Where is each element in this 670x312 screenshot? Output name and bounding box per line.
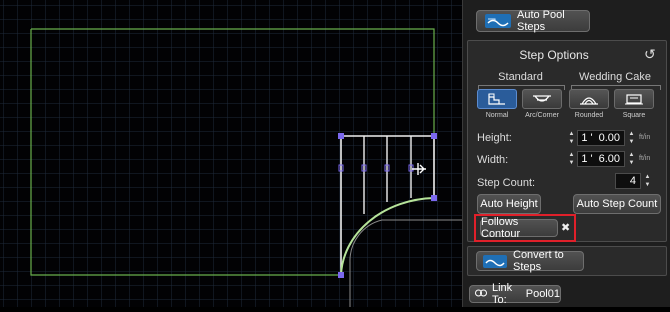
step-arc-icon	[533, 95, 551, 102]
height-inches: 0.00	[598, 132, 620, 144]
width-input[interactable]: 1 ' 6.00	[577, 151, 625, 167]
handle-right	[431, 195, 437, 201]
step-type-square-label: Square	[622, 112, 646, 119]
step-type-rounded-button[interactable]	[569, 89, 609, 109]
step-type-normal-label: Normal	[485, 112, 509, 119]
width-unit: ft/in	[639, 155, 651, 162]
standard-group-label: Standard	[498, 71, 543, 83]
auto-step-count-button[interactable]: Auto Step Count	[573, 194, 661, 214]
step-type-arc-button[interactable]	[522, 89, 562, 109]
step-count-spinner[interactable]: ▲ ▼	[643, 173, 652, 189]
pool-steps-icon	[485, 14, 511, 28]
drawing-canvas[interactable]	[0, 0, 462, 307]
width-feet: 1	[581, 153, 588, 165]
link-icon	[475, 288, 487, 300]
width-inches: 6.00	[598, 153, 620, 165]
canvas-drawing[interactable]	[0, 0, 462, 307]
height-input[interactable]: 1 ' 0.00	[577, 130, 625, 146]
follows-contour-button[interactable]: Follows Contour	[480, 216, 558, 240]
height-inch-spinner[interactable]: ▲ ▼	[627, 130, 636, 146]
width-inch-spinner[interactable]: ▲ ▼	[627, 151, 636, 167]
link-to-button[interactable]: Link To: Pool01	[469, 282, 561, 306]
link-to-value: Pool01	[525, 288, 560, 300]
auto-pool-steps-button[interactable]: Auto Pool Steps	[476, 9, 590, 33]
step-count-input[interactable]: 4	[615, 173, 641, 189]
handle-bottom-left	[338, 272, 344, 278]
convert-steps-icon	[483, 254, 507, 268]
width-feet-mark: '	[590, 153, 593, 165]
height-feet: 1	[581, 132, 588, 144]
step-square-icon	[625, 94, 643, 105]
convert-to-steps-button[interactable]: Convert to Steps	[476, 249, 584, 273]
height-label: Height:	[477, 132, 512, 144]
wedding-cake-group-label: Wedding Cake	[579, 71, 651, 83]
properties-panel: Auto Pool Steps Step Options ↺ Standard …	[462, 0, 670, 307]
step-options-title: Step Options	[519, 48, 589, 62]
link-to-label: Link To:	[492, 282, 513, 306]
step-rounded-icon	[580, 97, 598, 105]
step-count-label: Step Count:	[477, 177, 536, 189]
step-type-rounded-label: Rounded	[574, 112, 604, 119]
convert-to-steps-label: Convert to Steps	[513, 249, 564, 273]
grid	[0, 0, 462, 307]
step-normal-icon	[488, 93, 505, 105]
step-type-normal-button[interactable]	[477, 89, 517, 109]
auto-height-button[interactable]: Auto Height	[477, 194, 541, 214]
handle-top-right	[431, 133, 437, 139]
height-feet-mark: '	[590, 132, 593, 144]
handle-top-left	[338, 133, 344, 139]
auto-pool-steps-label: Auto Pool Steps	[517, 9, 565, 33]
width-spinner[interactable]: ▲ ▼	[567, 151, 576, 167]
reset-icon[interactable]: ↺	[644, 46, 656, 63]
step-type-square-button[interactable]	[614, 89, 654, 109]
remove-contour-icon[interactable]: ✖	[561, 221, 570, 234]
step-type-arc-label: Arc/Corner	[525, 112, 559, 119]
width-label: Width:	[477, 154, 509, 166]
height-unit: ft/in	[639, 134, 651, 141]
height-spinner[interactable]: ▲ ▼	[567, 130, 576, 146]
